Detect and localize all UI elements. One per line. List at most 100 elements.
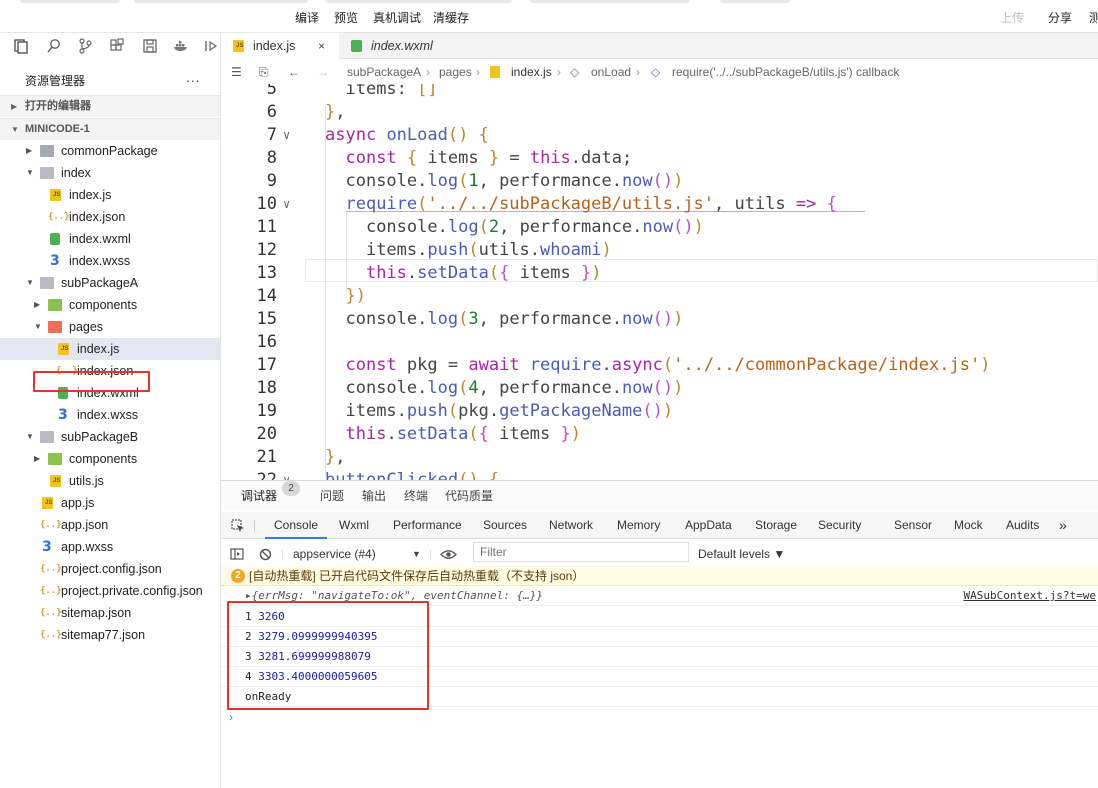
tree-item[interactable]: 3 app.wxss (0, 536, 220, 558)
tab-debugger[interactable]: 调试器 (241, 481, 277, 511)
tab-index-js[interactable]: JS index.js × (221, 33, 339, 59)
tree-item[interactable]: {..} app.json (0, 514, 220, 536)
warning-text: [自动热重载] 已开启代码文件保存后自动热重载（不支持 json） (249, 569, 585, 583)
source-control-icon[interactable] (77, 38, 93, 54)
fold-chevron-icon[interactable]: ∨ (283, 124, 290, 147)
tab-index-wxml[interactable]: index.wxml (339, 33, 479, 59)
chevron-down-icon[interactable]: ▼ (26, 162, 36, 184)
code-line: 22 ∨ buttonClicked() { (221, 469, 1098, 480)
explorer-icon[interactable] (13, 38, 29, 54)
share-button[interactable]: 分享 (1048, 9, 1072, 26)
tree-item[interactable]: ▶ components (0, 448, 220, 470)
console-prompt[interactable]: › (229, 710, 233, 724)
compile-button[interactable]: 编译 (295, 9, 319, 26)
tab-audits[interactable]: Audits (1006, 512, 1039, 539)
tab-sensor[interactable]: Sensor (894, 512, 932, 539)
context-select[interactable]: appservice (#4) (293, 540, 376, 568)
eye-icon[interactable] (440, 549, 457, 560)
tree-item-label: app.json (61, 518, 109, 532)
breadcrumb-item[interactable]: subPackageA (347, 60, 421, 84)
test-button[interactable]: 测 (1089, 9, 1098, 26)
open-editors-section[interactable]: ▶ 打开的编辑器 (0, 95, 220, 117)
breadcrumb-item[interactable]: index.js (511, 60, 552, 84)
tab-output[interactable]: 输出 (362, 481, 386, 511)
more-tabs-icon[interactable]: » (1059, 512, 1067, 539)
tree-item[interactable]: {..} index.json (0, 206, 220, 228)
chevron-down-icon[interactable]: ▼ (412, 540, 421, 568)
chevron-down-icon[interactable]: ▼ (26, 272, 36, 294)
tab-storage[interactable]: Storage (755, 512, 797, 539)
tree-item[interactable]: ▼ index (0, 162, 220, 184)
breadcrumb-item[interactable]: require('../../subPackageB/utils.js') ca… (672, 60, 899, 84)
forward-arrow-icon[interactable]: → (317, 60, 329, 84)
tree-item[interactable]: ▶ commonPackage (0, 140, 220, 162)
debugger-badge: 2 (282, 481, 300, 496)
tab-wxml[interactable]: Wxml (339, 512, 369, 539)
chevron-right-icon[interactable]: ▶ (34, 294, 44, 316)
js-file-icon: JS (50, 475, 61, 487)
back-arrow-icon[interactable]: ← (288, 60, 300, 84)
code-line: 7 ∨ async onLoad() { (221, 124, 1098, 147)
tree-item[interactable]: JS utils.js (0, 470, 220, 492)
tree-item-label: components (69, 298, 138, 312)
extensions-icon[interactable] (109, 38, 125, 54)
clear-console-icon[interactable] (259, 548, 272, 561)
tree-item[interactable]: 3 index.wxss (0, 404, 220, 426)
tree-item[interactable]: JS index.js (0, 184, 220, 206)
tree-item[interactable]: JS app.js (0, 492, 220, 514)
tab-sources[interactable]: Sources (483, 512, 527, 539)
bookmark-icon[interactable]: ⎘ (259, 60, 269, 84)
default-levels-dropdown[interactable]: Default levels ▼ (698, 540, 785, 568)
line-number: 19 (256, 401, 277, 421)
fold-chevron-icon[interactable]: ∨ (283, 193, 290, 216)
code-editor[interactable]: 5 items: [] 6}, 7 ∨ async onLoad() {8 const … (221, 84, 1098, 480)
chevron-right-icon[interactable]: ▶ (34, 448, 44, 470)
tree-item[interactable]: ▼ pages (0, 316, 220, 338)
inspect-element-icon[interactable] (231, 519, 245, 533)
tree-item[interactable]: ▼ subPackageA (0, 272, 220, 294)
tree-item[interactable]: {..} project.private.config.json (0, 580, 220, 602)
tab-mock[interactable]: Mock (954, 512, 983, 539)
tree-item[interactable]: 3 index.wxss (0, 250, 220, 272)
search-icon[interactable] (46, 38, 62, 54)
tab-appdata[interactable]: AppData (685, 512, 732, 539)
tree-item-label: index.js (69, 188, 112, 202)
tree-item[interactable]: {..} project.config.json (0, 558, 220, 580)
list-icon[interactable]: ☰ (231, 60, 242, 84)
breadcrumb-item[interactable]: pages (439, 60, 472, 84)
tab-console[interactable]: Console (265, 512, 328, 539)
tab-performance[interactable]: Performance (393, 512, 462, 539)
tab-terminal[interactable]: 终端 (404, 481, 428, 511)
tab-problems[interactable]: 问题 (320, 481, 344, 511)
tab-security[interactable]: Security (818, 512, 861, 539)
docker-icon[interactable] (173, 38, 189, 54)
tab-memory[interactable]: Memory (617, 512, 660, 539)
tree-item[interactable]: {..} sitemap77.json (0, 624, 220, 646)
chevron-down-icon[interactable]: ▼ (34, 316, 44, 338)
sidebar-toggle-icon[interactable] (230, 548, 244, 560)
tab-code-quality[interactable]: 代码质量 (445, 481, 493, 511)
project-section[interactable]: ▼ MINICODE-1 (0, 118, 220, 140)
tree-item[interactable]: ▶ components (0, 294, 220, 316)
filter-input[interactable] (473, 542, 689, 562)
debug-icon[interactable] (203, 38, 219, 54)
source-link[interactable]: WASubContext.js?t=we (964, 586, 1096, 606)
more-actions-button[interactable]: ... (186, 69, 201, 85)
clear-cache-button[interactable]: 清缓存 (433, 9, 469, 26)
fold-chevron-icon[interactable]: ∨ (283, 469, 290, 480)
tab-network[interactable]: Network (549, 512, 593, 539)
close-icon[interactable]: × (318, 33, 325, 59)
real-device-debug-button[interactable]: 真机调试 (373, 9, 421, 26)
chevron-right-icon[interactable]: ▶ (26, 140, 36, 162)
tree-item[interactable]: {..} sitemap.json (0, 602, 220, 624)
breadcrumb-item[interactable]: onLoad (591, 60, 631, 84)
tree-item[interactable]: ▼ subPackageB (0, 426, 220, 448)
storage-icon[interactable] (142, 38, 158, 54)
chevron-down-icon[interactable]: ▼ (26, 426, 36, 448)
code-text: console.log(1, performance.now()) (345, 171, 684, 191)
upload-button[interactable]: 上传 (1000, 9, 1024, 26)
tree-item[interactable]: JS index.js (0, 338, 220, 360)
tree-item[interactable]: index.wxml (0, 228, 220, 250)
window-strip (530, 0, 690, 3)
preview-button[interactable]: 预览 (334, 9, 358, 26)
